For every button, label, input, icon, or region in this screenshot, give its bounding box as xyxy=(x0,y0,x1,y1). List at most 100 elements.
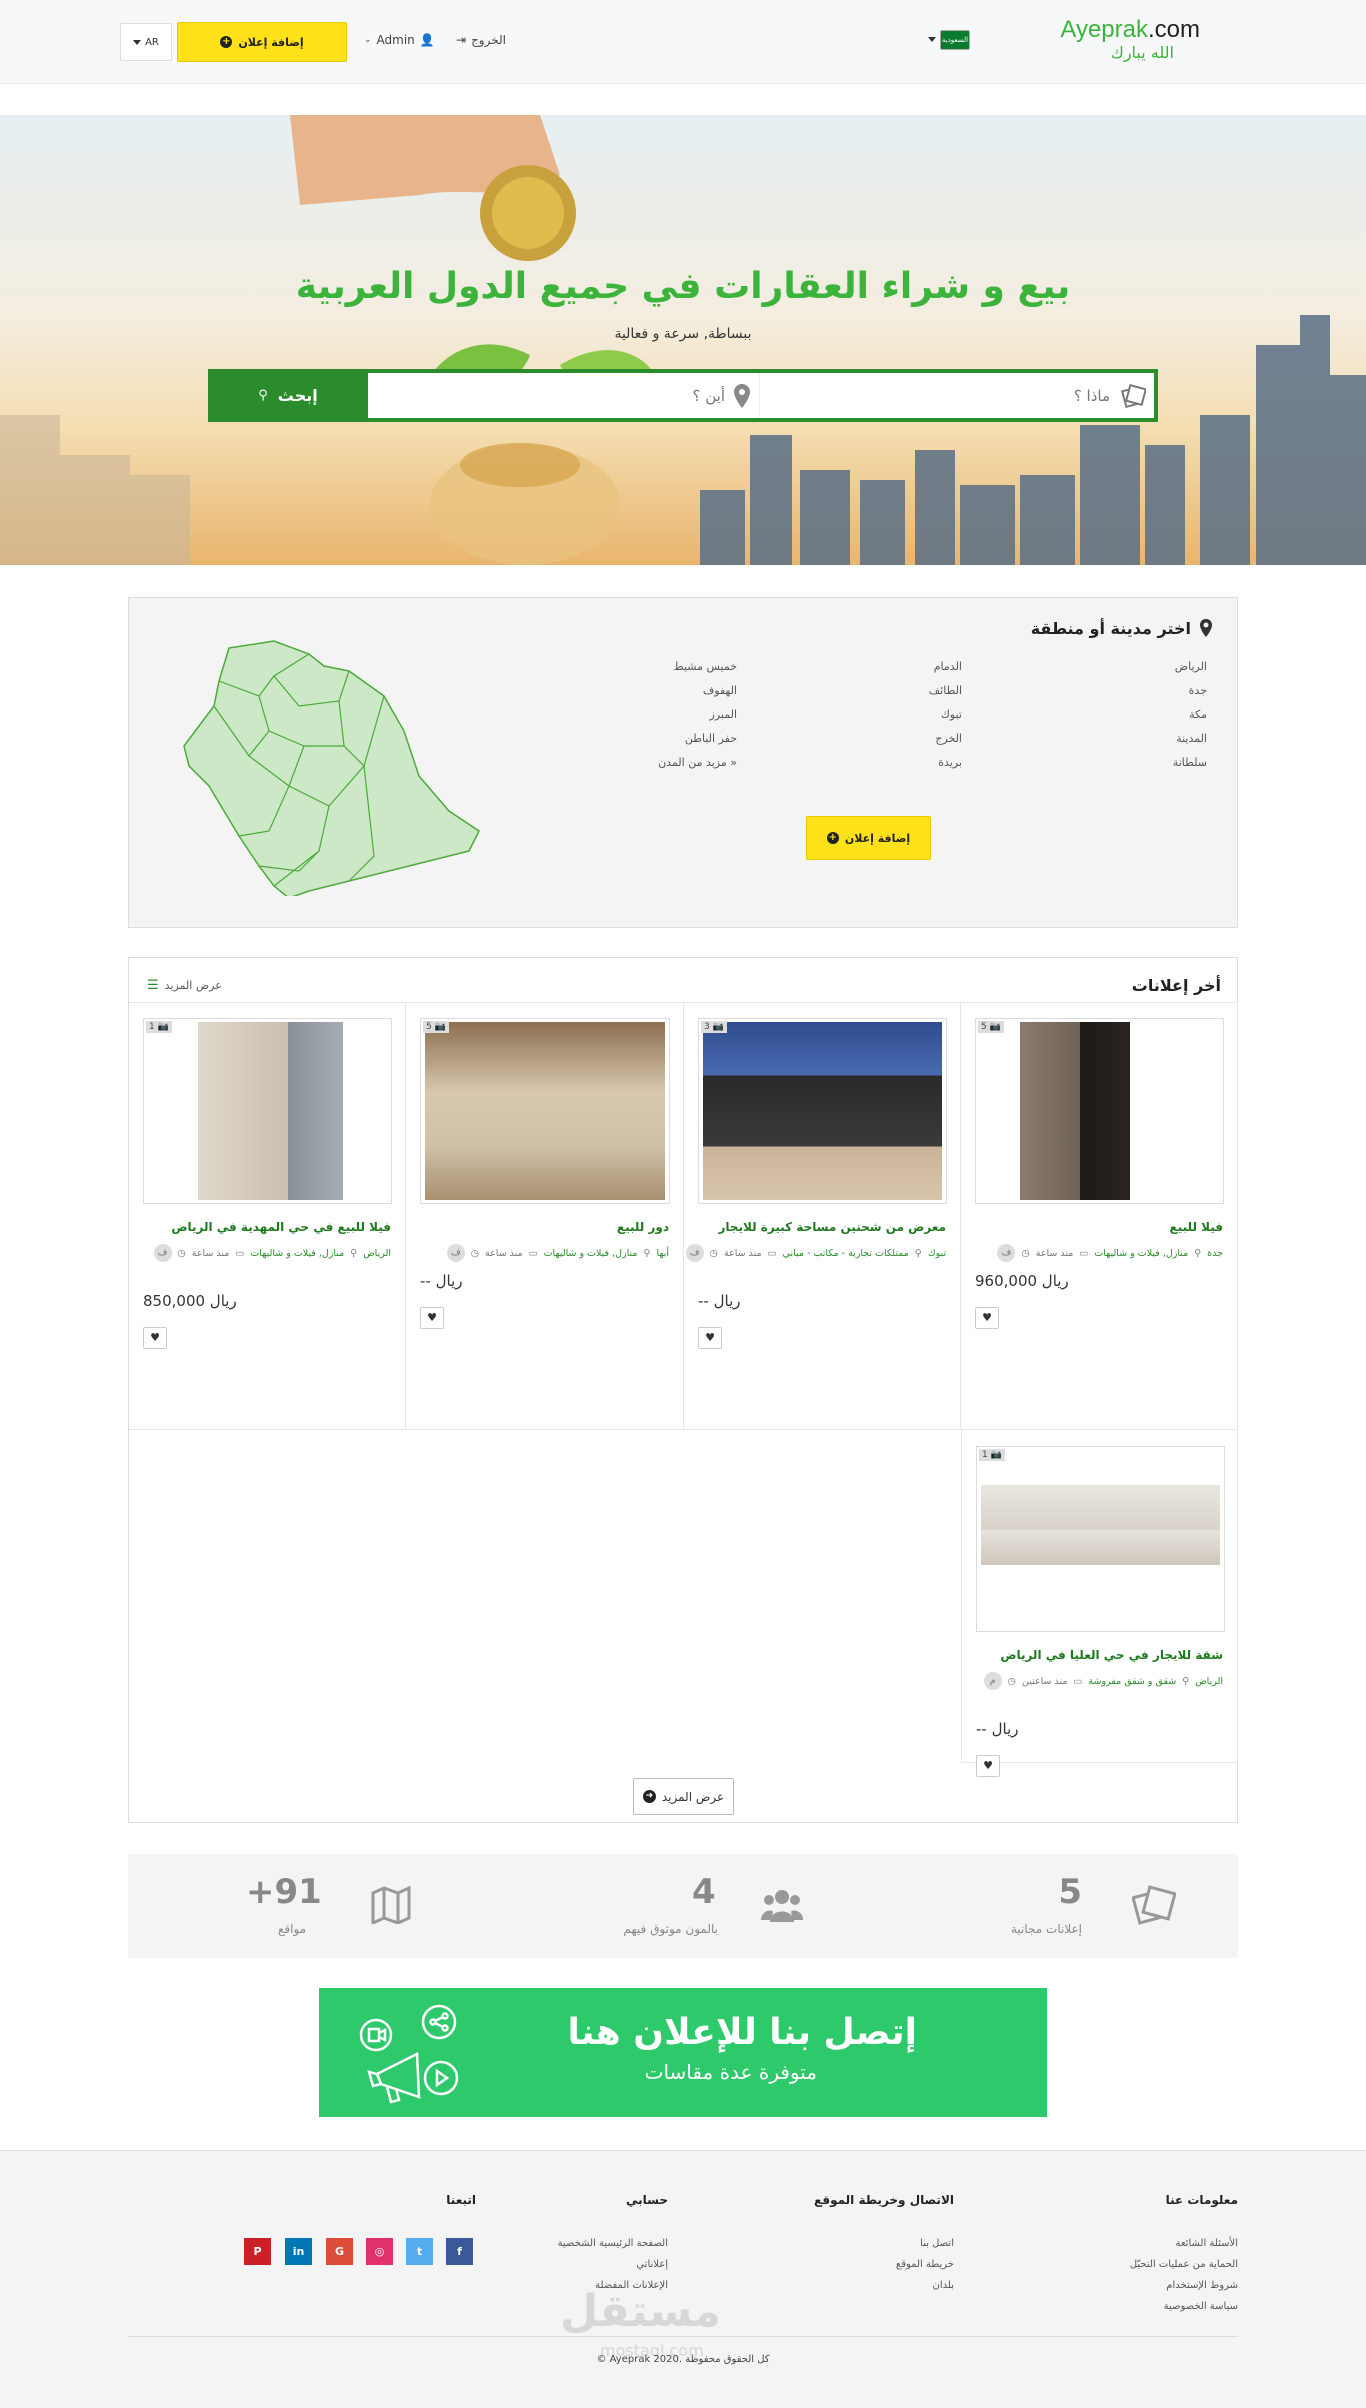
listing-meta: ف ◷ منذ ساعة ▭ منازل, فيلات و شاليهات ⚲ أبها xyxy=(446,1244,669,1262)
city-link[interactable]: الخرج xyxy=(935,732,962,745)
city-link[interactable]: الدمام xyxy=(934,660,962,673)
city-link[interactable]: تبوك xyxy=(941,708,962,721)
listing-title[interactable]: فيلا للبيع xyxy=(1170,1220,1223,1234)
listing-title[interactable]: معرض من شحنين مساحة كبيرة للايجار xyxy=(718,1220,946,1234)
listing-city[interactable]: تبوك xyxy=(928,1248,946,1259)
listing-category[interactable]: ممتلكات تجارية - مكاتب - مباني xyxy=(783,1248,909,1259)
listing-card[interactable]: 1 📷 فيلا للبيع في حي المهدية في الرياض ف ◷ م… xyxy=(129,1002,406,1430)
logout-link[interactable]: ⇥ الخروج xyxy=(456,33,506,47)
tag-icon xyxy=(1120,383,1146,408)
location-pin-icon xyxy=(734,383,750,408)
listing-card[interactable]: 3 📷 معرض من شحنين مساحة كبيرة للايجار ف ◷ من… xyxy=(684,1002,961,1430)
favorite-heart-icon[interactable]: ♥ xyxy=(143,1327,167,1349)
listing-card[interactable]: 5 📷 فيلا للبيع ف ◷ منذ ساعة ▭ منازل, فيلات و ش… xyxy=(961,1002,1238,1430)
city-link[interactable]: جدة xyxy=(1189,684,1207,697)
avatar: ف xyxy=(153,1244,172,1262)
listing-price: 850,000 ريال xyxy=(143,1292,237,1310)
city-link[interactable]: بريدة xyxy=(938,756,962,769)
listing-category[interactable]: منازل, فيلات و شاليهات xyxy=(250,1248,344,1259)
view-more-button[interactable]: ➜ عرض المزيد xyxy=(633,1778,734,1815)
twitter-icon[interactable]: t xyxy=(406,2238,433,2265)
favorite-heart-icon[interactable]: ♥ xyxy=(420,1307,444,1329)
city-link[interactable]: خميس مشيط xyxy=(674,660,737,673)
favorite-heart-icon[interactable]: ♥ xyxy=(975,1307,999,1329)
search-what-input[interactable]: ماذا ؟ xyxy=(1074,387,1110,405)
hero-banner: بيع و شراء العقارات في جميع الدول العربي… xyxy=(0,115,1366,565)
country-flag[interactable]: السعودية xyxy=(940,30,970,50)
city-link[interactable]: الرياض xyxy=(1175,660,1207,673)
footer-link[interactable]: بلدان xyxy=(933,2280,954,2291)
favorite-heart-icon[interactable]: ♥ xyxy=(698,1327,722,1349)
search-what-field[interactable]: ماذا ؟ xyxy=(759,373,1154,418)
city-link[interactable]: المبرز xyxy=(710,708,737,721)
listing-image[interactable]: 3 📷 xyxy=(698,1018,947,1204)
linkedin-icon[interactable]: in xyxy=(285,2238,312,2265)
footer-link[interactable]: الأسئلة الشائعة xyxy=(1176,2238,1239,2249)
view-more-link[interactable]: ☰ عرض المزيد xyxy=(147,978,222,993)
city-link[interactable]: مزيد من المدن » xyxy=(658,756,737,769)
footer-link[interactable]: شروط الإستخدام xyxy=(1166,2280,1238,2291)
listing-category[interactable]: منازل, فيلات و شاليهات xyxy=(1094,1248,1188,1259)
folder-icon: ▭ xyxy=(767,1247,777,1259)
logout-icon: ⇥ xyxy=(456,33,467,47)
footer-link[interactable]: الصفحة الرئيسية الشخصية xyxy=(558,2238,668,2249)
listing-image[interactable]: 1 📷 xyxy=(143,1018,392,1204)
location-pin-icon: ⚲ xyxy=(643,1247,651,1259)
listing-title[interactable]: شقة للايجار في حي العليا في الرياض xyxy=(1000,1648,1223,1662)
add-ad-button-regions[interactable]: + إضافة إعلان xyxy=(806,816,931,860)
city-link[interactable]: سلطانة xyxy=(1173,756,1207,769)
search-button[interactable]: ⚲ إبحث xyxy=(208,369,368,422)
listing-meta: ف ◷ منذ ساعة ▭ ممتلكات تجارية - مكاتب - مبان… xyxy=(685,1244,946,1262)
region-selector-panel: اختر مدينة أو منطقة الرياض جدة مكة المدينة س… xyxy=(128,597,1238,928)
listing-title[interactable]: فيلا للبيع في حي المهدية في الرياض xyxy=(171,1220,391,1234)
listing-image[interactable]: 5 📷 xyxy=(420,1018,670,1204)
stat-users-number: 4 xyxy=(692,1872,716,1912)
listing-category[interactable]: منازل, فيلات و شاليهات xyxy=(544,1248,638,1259)
listing-category[interactable]: شقق و شقق مفروشة xyxy=(1088,1676,1176,1687)
listing-image[interactable]: 1 📷 xyxy=(976,1446,1225,1632)
add-ad-button[interactable]: + إضافة إعلان xyxy=(177,22,347,62)
footer-link[interactable]: الحماية من عمليات التحيّل xyxy=(1130,2259,1238,2270)
country-dropdown-caret[interactable] xyxy=(928,37,936,42)
saudi-map[interactable] xyxy=(179,636,489,896)
facebook-icon[interactable]: f xyxy=(446,2238,473,2265)
listing-card[interactable]: 1 📷 شقة للايجار في حي العليا في الرياض م ◷ م… xyxy=(961,1430,1238,1777)
listing-title[interactable]: دور للبيع xyxy=(617,1220,669,1234)
footer-link[interactable]: اتصل بنا xyxy=(920,2238,954,2249)
clock-icon: ◷ xyxy=(177,1247,186,1259)
user-menu[interactable]: ⌄ Admin 👤 xyxy=(364,33,435,47)
instagram-icon[interactable]: ◎ xyxy=(366,2238,393,2265)
listing-city[interactable]: الرياض xyxy=(363,1248,391,1259)
clock-icon: ◷ xyxy=(470,1247,480,1259)
stat-locations-number: +91 xyxy=(246,1872,322,1912)
footer-link[interactable]: سياسة الخصوصية xyxy=(1164,2301,1238,2312)
advertise-banner[interactable]: إتصل بنا للإعلان هنا متوفرة عدة مقاسات xyxy=(319,1988,1047,2117)
listing-city[interactable]: أبها xyxy=(656,1248,669,1259)
language-selector[interactable]: AR xyxy=(120,23,172,61)
favorite-heart-icon[interactable]: ♥ xyxy=(976,1755,1000,1777)
city-link[interactable]: المدينة xyxy=(1176,732,1207,745)
city-link[interactable]: الهفوف xyxy=(703,684,737,697)
google-plus-icon[interactable]: G xyxy=(326,2238,353,2265)
listing-photo xyxy=(425,1022,665,1200)
pinterest-icon[interactable]: P xyxy=(244,2238,271,2265)
hero-title: بيع و شراء العقارات في جميع الدول العربي… xyxy=(295,266,1071,307)
users-icon xyxy=(761,1890,803,1922)
listing-photo xyxy=(148,1022,387,1200)
city-link[interactable]: الطائف xyxy=(929,684,962,697)
search-where-field[interactable]: أين ؟ xyxy=(369,373,759,418)
city-link[interactable]: حفر الباطن xyxy=(685,732,737,745)
site-logo[interactable]: Ayeprak.com xyxy=(1060,16,1200,44)
footer-link[interactable]: خريطة الموقع xyxy=(896,2259,954,2270)
listing-image[interactable]: 5 📷 xyxy=(975,1018,1224,1204)
location-pin-icon: ⚲ xyxy=(1194,1247,1202,1259)
listing-city[interactable]: جدة xyxy=(1207,1248,1223,1259)
footer-link[interactable]: إعلاناتي xyxy=(636,2259,668,2270)
hero-subtitle: ببساطة, سرعة و فعالية xyxy=(614,326,752,342)
list-icon: ☰ xyxy=(147,978,159,993)
city-link[interactable]: مكة xyxy=(1189,708,1207,721)
chevron-down-icon: ⌄ xyxy=(364,35,372,45)
search-where-input[interactable]: أين ؟ xyxy=(693,387,726,405)
listing-city[interactable]: الرياض xyxy=(1195,1676,1223,1687)
listing-card[interactable]: 5 📷 دور للبيع ف ◷ منذ ساعة ▭ منازل, فيلات و شا… xyxy=(406,1002,684,1430)
